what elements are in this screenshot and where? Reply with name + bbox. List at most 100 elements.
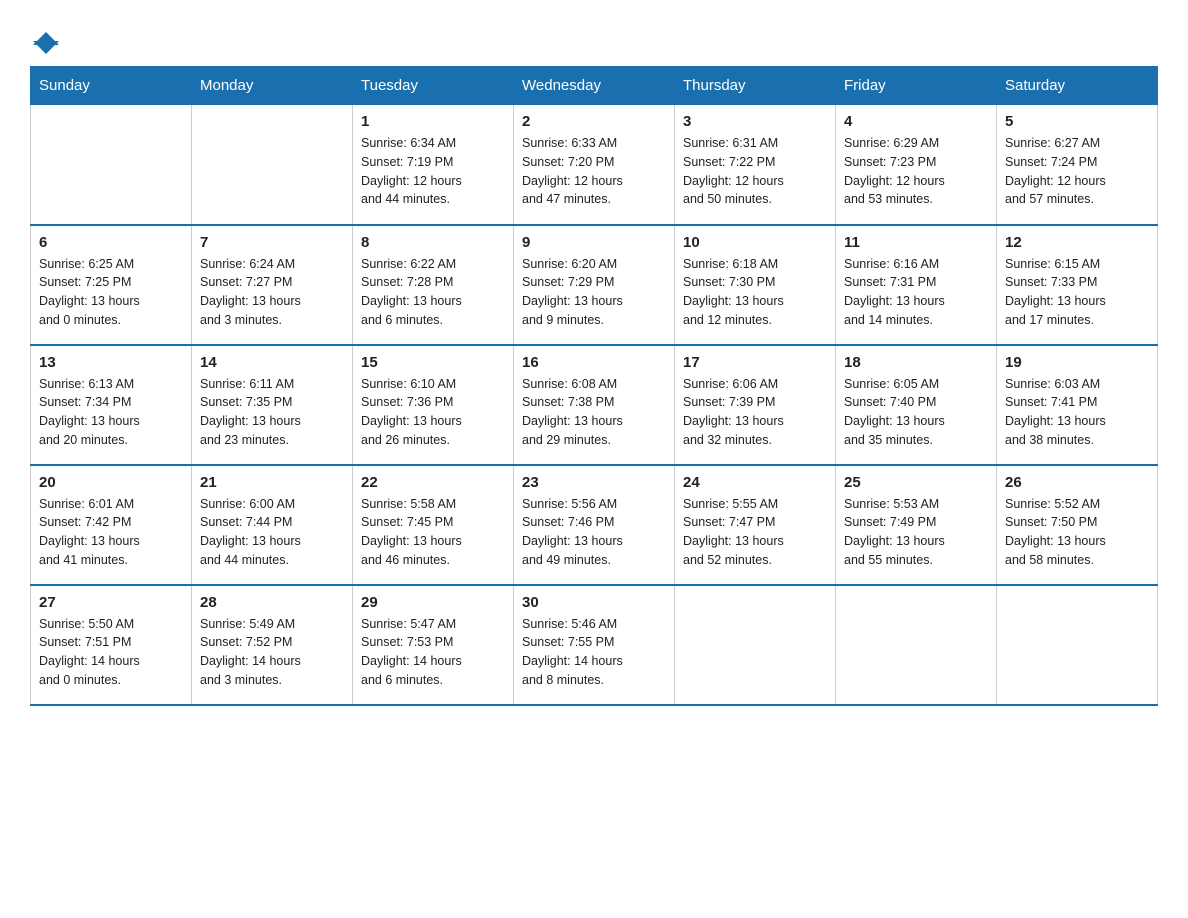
logo	[30, 30, 59, 46]
calendar-cell: 23 Sunrise: 5:56 AM Sunset: 7:46 PM Dayli…	[514, 465, 675, 585]
day-detail: Sunrise: 6:20 AM Sunset: 7:29 PM Dayligh…	[522, 255, 666, 330]
calendar-cell: 17 Sunrise: 6:06 AM Sunset: 7:39 PM Dayli…	[675, 345, 836, 465]
day-detail: Sunrise: 6:16 AM Sunset: 7:31 PM Dayligh…	[844, 255, 988, 330]
calendar-cell	[675, 585, 836, 705]
day-number: 3	[683, 113, 827, 130]
day-detail: Sunrise: 6:24 AM Sunset: 7:27 PM Dayligh…	[200, 255, 344, 330]
calendar-cell: 8 Sunrise: 6:22 AM Sunset: 7:28 PM Daylig…	[353, 225, 514, 345]
day-number: 2	[522, 113, 666, 130]
calendar-week-row: 6 Sunrise: 6:25 AM Sunset: 7:25 PM Daylig…	[31, 225, 1158, 345]
day-detail: Sunrise: 5:53 AM Sunset: 7:49 PM Dayligh…	[844, 495, 988, 570]
day-detail: Sunrise: 6:31 AM Sunset: 7:22 PM Dayligh…	[683, 134, 827, 209]
day-detail: Sunrise: 6:05 AM Sunset: 7:40 PM Dayligh…	[844, 375, 988, 450]
day-number: 5	[1005, 113, 1149, 130]
calendar-cell: 16 Sunrise: 6:08 AM Sunset: 7:38 PM Dayli…	[514, 345, 675, 465]
day-number: 24	[683, 474, 827, 491]
day-number: 4	[844, 113, 988, 130]
day-number: 29	[361, 594, 505, 611]
calendar-cell: 9 Sunrise: 6:20 AM Sunset: 7:29 PM Daylig…	[514, 225, 675, 345]
day-detail: Sunrise: 5:49 AM Sunset: 7:52 PM Dayligh…	[200, 615, 344, 690]
day-detail: Sunrise: 5:50 AM Sunset: 7:51 PM Dayligh…	[39, 615, 183, 690]
day-detail: Sunrise: 6:27 AM Sunset: 7:24 PM Dayligh…	[1005, 134, 1149, 209]
day-number: 8	[361, 234, 505, 251]
weekday-header-saturday: Saturday	[997, 67, 1158, 105]
calendar-cell: 2 Sunrise: 6:33 AM Sunset: 7:20 PM Daylig…	[514, 105, 675, 225]
day-number: 16	[522, 354, 666, 371]
day-number: 10	[683, 234, 827, 251]
day-detail: Sunrise: 5:52 AM Sunset: 7:50 PM Dayligh…	[1005, 495, 1149, 570]
calendar-cell: 24 Sunrise: 5:55 AM Sunset: 7:47 PM Dayli…	[675, 465, 836, 585]
day-detail: Sunrise: 6:06 AM Sunset: 7:39 PM Dayligh…	[683, 375, 827, 450]
calendar-cell	[31, 105, 192, 225]
day-number: 28	[200, 594, 344, 611]
calendar-cell: 27 Sunrise: 5:50 AM Sunset: 7:51 PM Dayli…	[31, 585, 192, 705]
day-detail: Sunrise: 5:46 AM Sunset: 7:55 PM Dayligh…	[522, 615, 666, 690]
day-number: 23	[522, 474, 666, 491]
calendar-cell: 30 Sunrise: 5:46 AM Sunset: 7:55 PM Dayli…	[514, 585, 675, 705]
calendar-cell	[836, 585, 997, 705]
day-number: 7	[200, 234, 344, 251]
day-number: 12	[1005, 234, 1149, 251]
calendar-cell: 22 Sunrise: 5:58 AM Sunset: 7:45 PM Dayli…	[353, 465, 514, 585]
day-detail: Sunrise: 6:34 AM Sunset: 7:19 PM Dayligh…	[361, 134, 505, 209]
calendar-cell: 12 Sunrise: 6:15 AM Sunset: 7:33 PM Dayli…	[997, 225, 1158, 345]
day-number: 27	[39, 594, 183, 611]
day-detail: Sunrise: 6:15 AM Sunset: 7:33 PM Dayligh…	[1005, 255, 1149, 330]
calendar-week-row: 1 Sunrise: 6:34 AM Sunset: 7:19 PM Daylig…	[31, 105, 1158, 225]
day-number: 11	[844, 234, 988, 251]
calendar-cell: 21 Sunrise: 6:00 AM Sunset: 7:44 PM Dayli…	[192, 465, 353, 585]
day-number: 18	[844, 354, 988, 371]
weekday-header-monday: Monday	[192, 67, 353, 105]
calendar-cell: 19 Sunrise: 6:03 AM Sunset: 7:41 PM Dayli…	[997, 345, 1158, 465]
day-detail: Sunrise: 5:47 AM Sunset: 7:53 PM Dayligh…	[361, 615, 505, 690]
calendar-cell: 13 Sunrise: 6:13 AM Sunset: 7:34 PM Dayli…	[31, 345, 192, 465]
day-detail: Sunrise: 6:29 AM Sunset: 7:23 PM Dayligh…	[844, 134, 988, 209]
calendar-cell: 29 Sunrise: 5:47 AM Sunset: 7:53 PM Dayli…	[353, 585, 514, 705]
calendar-cell: 14 Sunrise: 6:11 AM Sunset: 7:35 PM Dayli…	[192, 345, 353, 465]
weekday-header-thursday: Thursday	[675, 67, 836, 105]
calendar-cell: 18 Sunrise: 6:05 AM Sunset: 7:40 PM Dayli…	[836, 345, 997, 465]
weekday-header-row: SundayMondayTuesdayWednesdayThursdayFrid…	[31, 67, 1158, 105]
day-detail: Sunrise: 6:03 AM Sunset: 7:41 PM Dayligh…	[1005, 375, 1149, 450]
day-detail: Sunrise: 6:18 AM Sunset: 7:30 PM Dayligh…	[683, 255, 827, 330]
day-number: 20	[39, 474, 183, 491]
day-number: 15	[361, 354, 505, 371]
day-number: 21	[200, 474, 344, 491]
day-number: 25	[844, 474, 988, 491]
day-number: 9	[522, 234, 666, 251]
day-detail: Sunrise: 5:56 AM Sunset: 7:46 PM Dayligh…	[522, 495, 666, 570]
calendar-cell: 6 Sunrise: 6:25 AM Sunset: 7:25 PM Daylig…	[31, 225, 192, 345]
weekday-header-friday: Friday	[836, 67, 997, 105]
calendar-cell: 25 Sunrise: 5:53 AM Sunset: 7:49 PM Dayli…	[836, 465, 997, 585]
day-detail: Sunrise: 6:10 AM Sunset: 7:36 PM Dayligh…	[361, 375, 505, 450]
day-number: 13	[39, 354, 183, 371]
calendar-cell: 7 Sunrise: 6:24 AM Sunset: 7:27 PM Daylig…	[192, 225, 353, 345]
calendar-cell: 28 Sunrise: 5:49 AM Sunset: 7:52 PM Dayli…	[192, 585, 353, 705]
calendar-cell: 1 Sunrise: 6:34 AM Sunset: 7:19 PM Daylig…	[353, 105, 514, 225]
day-detail: Sunrise: 6:33 AM Sunset: 7:20 PM Dayligh…	[522, 134, 666, 209]
day-number: 1	[361, 113, 505, 130]
day-detail: Sunrise: 5:55 AM Sunset: 7:47 PM Dayligh…	[683, 495, 827, 570]
day-number: 22	[361, 474, 505, 491]
calendar-cell: 5 Sunrise: 6:27 AM Sunset: 7:24 PM Daylig…	[997, 105, 1158, 225]
calendar-cell	[997, 585, 1158, 705]
calendar-cell: 11 Sunrise: 6:16 AM Sunset: 7:31 PM Dayli…	[836, 225, 997, 345]
day-detail: Sunrise: 6:25 AM Sunset: 7:25 PM Dayligh…	[39, 255, 183, 330]
day-detail: Sunrise: 6:13 AM Sunset: 7:34 PM Dayligh…	[39, 375, 183, 450]
day-detail: Sunrise: 6:08 AM Sunset: 7:38 PM Dayligh…	[522, 375, 666, 450]
day-number: 30	[522, 594, 666, 611]
day-detail: Sunrise: 5:58 AM Sunset: 7:45 PM Dayligh…	[361, 495, 505, 570]
calendar-cell: 10 Sunrise: 6:18 AM Sunset: 7:30 PM Dayli…	[675, 225, 836, 345]
calendar-week-row: 13 Sunrise: 6:13 AM Sunset: 7:34 PM Dayli…	[31, 345, 1158, 465]
day-detail: Sunrise: 6:00 AM Sunset: 7:44 PM Dayligh…	[200, 495, 344, 570]
weekday-header-wednesday: Wednesday	[514, 67, 675, 105]
day-number: 14	[200, 354, 344, 371]
calendar-week-row: 27 Sunrise: 5:50 AM Sunset: 7:51 PM Dayli…	[31, 585, 1158, 705]
calendar-cell: 15 Sunrise: 6:10 AM Sunset: 7:36 PM Dayli…	[353, 345, 514, 465]
day-detail: Sunrise: 6:22 AM Sunset: 7:28 PM Dayligh…	[361, 255, 505, 330]
day-number: 19	[1005, 354, 1149, 371]
day-number: 6	[39, 234, 183, 251]
day-number: 17	[683, 354, 827, 371]
calendar-cell: 4 Sunrise: 6:29 AM Sunset: 7:23 PM Daylig…	[836, 105, 997, 225]
day-detail: Sunrise: 6:11 AM Sunset: 7:35 PM Dayligh…	[200, 375, 344, 450]
